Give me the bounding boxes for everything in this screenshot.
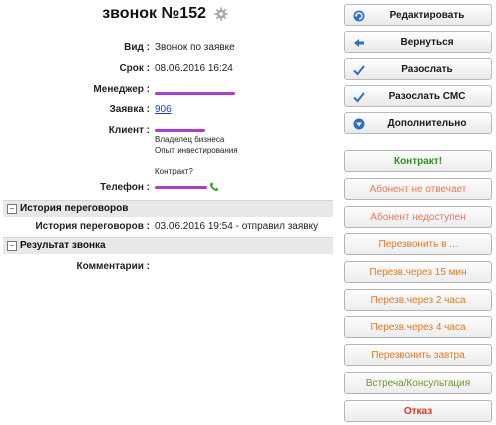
field-label: Телефон : (100, 182, 150, 193)
page-title: звонок №152 (102, 5, 206, 22)
phone-icon[interactable] (209, 182, 219, 192)
client-line (155, 157, 238, 165)
field-type: Вид : Звонок по заявке (0, 42, 335, 56)
result-section-header[interactable]: − Результат звонка (3, 237, 333, 254)
request-link[interactable]: 906 (155, 104, 172, 115)
status-meeting-button[interactable]: Встреча/Консультация (344, 372, 492, 394)
more-button[interactable]: Дополнительно (344, 112, 492, 134)
field-phone: Телефон : (0, 182, 335, 196)
arrow-left-icon (354, 39, 364, 47)
field-value: Звонок по заявке (155, 42, 235, 53)
status-unavailable-button[interactable]: Абонент недоступен (344, 206, 492, 228)
field-label: Комментарии : (76, 261, 150, 272)
edit-button[interactable]: Редактировать (344, 4, 492, 26)
page-header: звонок №152 (0, 5, 330, 23)
field-value: 08.06.2016 16:24 (155, 63, 233, 74)
client-details: Владелец бизнеса Опыт инвестирования Кон… (155, 125, 238, 176)
section-title: История переговоров (20, 203, 129, 214)
section-title: Результат звонка (20, 240, 106, 251)
button-label: Разослать (401, 64, 453, 75)
history-row: История переговоров : 03.06.2016 19:54 -… (0, 221, 335, 235)
field-label: Срок : (119, 63, 150, 74)
field-label: Клиент : (108, 125, 150, 136)
field-label: Менеджер : (93, 84, 150, 95)
check-icon (353, 65, 365, 76)
field-deadline: Срок : 08.06.2016 16:24 (0, 63, 335, 77)
check-icon (353, 92, 365, 103)
field-label: Вид : (124, 42, 150, 53)
gear-icon[interactable] (214, 7, 228, 21)
collapse-toggle-icon[interactable]: − (7, 204, 17, 214)
button-label: Разослать СМС (388, 91, 466, 102)
status-callback-2h-button[interactable]: Перезв.через 2 часа (344, 289, 492, 311)
field-request: Заявка : 906 (0, 104, 335, 118)
field-label: История переговоров : (35, 221, 150, 232)
redacted-value (155, 128, 205, 132)
status-reject-button[interactable]: Отказ (344, 400, 492, 422)
phone-value (155, 182, 219, 193)
send-button[interactable]: Разослать (344, 58, 492, 80)
refresh-icon (353, 10, 365, 22)
field-manager: Менеджер : (0, 84, 335, 98)
client-line: Контракт? (155, 167, 193, 176)
button-label: Редактировать (389, 10, 465, 21)
collapse-toggle-icon[interactable]: − (7, 241, 17, 251)
status-callback-at-button[interactable]: Перезвонить в ... (344, 233, 492, 255)
field-client: Клиент : Владелец бизнеса Опыт инвестиро… (0, 125, 335, 183)
status-callback-15min-button[interactable]: Перезв.через 15 мин (344, 261, 492, 283)
client-line: Владелец бизнеса (155, 135, 225, 144)
triangle-down-icon (353, 118, 365, 130)
button-label: Дополнительно (387, 118, 467, 129)
field-value: 03.06.2016 19:54 - отправил заявку (155, 221, 319, 232)
history-section-header[interactable]: − История переговоров (3, 200, 333, 217)
status-contract-button[interactable]: Контракт! (344, 150, 492, 172)
button-label: Вернуться (400, 37, 454, 48)
status-callback-tomorrow-button[interactable]: Перезвонить завтра (344, 344, 492, 366)
redacted-value (155, 185, 207, 189)
status-no-answer-button[interactable]: Абонент не отвечает (344, 178, 492, 200)
client-line: Опыт инвестирования (155, 146, 238, 155)
send-sms-button[interactable]: Разослать СМС (344, 85, 492, 107)
redacted-value (155, 88, 235, 99)
comments-row: Комментарии : (0, 261, 335, 275)
status-callback-4h-button[interactable]: Перезв.через 4 часа (344, 316, 492, 338)
field-label: Заявка : (109, 104, 150, 115)
back-button[interactable]: Вернуться (344, 31, 492, 53)
